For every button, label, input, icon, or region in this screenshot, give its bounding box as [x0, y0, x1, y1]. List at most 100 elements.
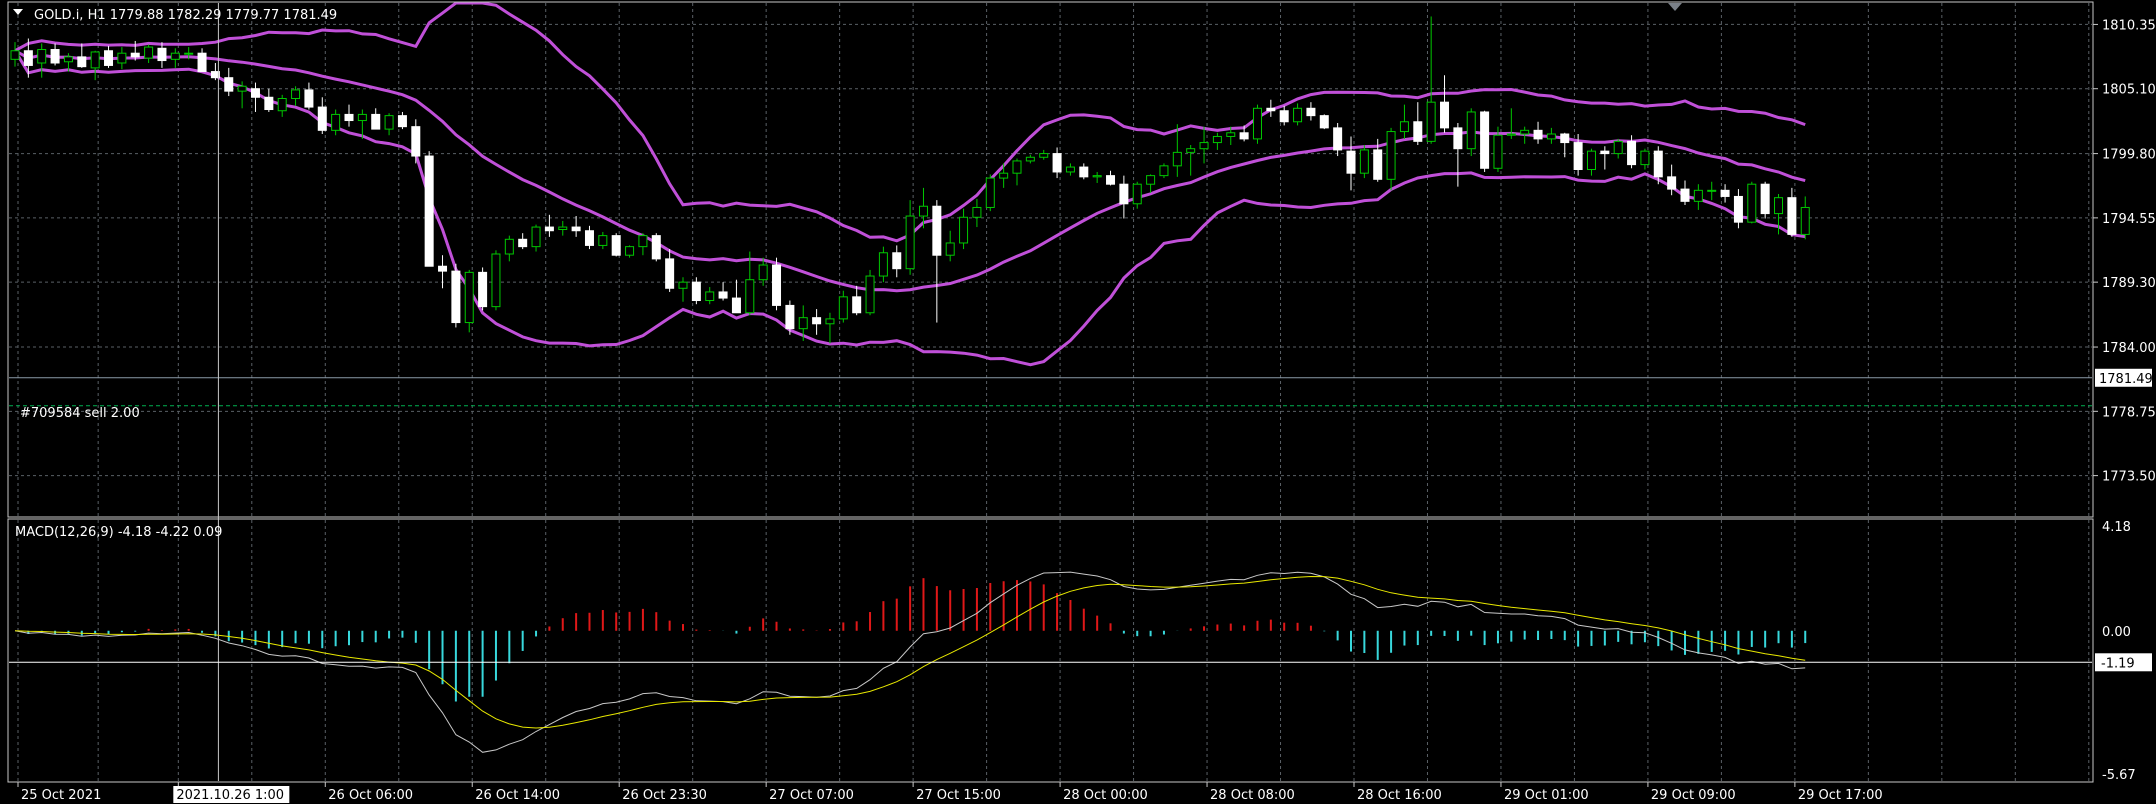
- candle-body[interactable]: [611, 235, 621, 256]
- candle-body[interactable]: [1787, 197, 1797, 235]
- candle-body[interactable]: [1586, 150, 1596, 171]
- candle-body[interactable]: [1693, 189, 1703, 202]
- candle-body[interactable]: [23, 50, 33, 66]
- candle-body[interactable]: [1186, 148, 1196, 153]
- candle-body[interactable]: [945, 242, 955, 256]
- candle-body[interactable]: [478, 271, 488, 308]
- candle-body[interactable]: [1226, 132, 1236, 137]
- candle-body[interactable]: [1359, 149, 1369, 174]
- candle-body[interactable]: [518, 238, 528, 248]
- candle-body[interactable]: [291, 89, 301, 99]
- candle-body[interactable]: [1413, 121, 1423, 142]
- candle-body[interactable]: [1106, 175, 1116, 185]
- candle-body[interactable]: [665, 258, 675, 289]
- candle-body[interactable]: [451, 270, 461, 324]
- candle-body[interactable]: [651, 235, 661, 260]
- candle-body[interactable]: [691, 281, 701, 302]
- candle-body[interactable]: [531, 226, 541, 248]
- candle-body[interactable]: [1720, 189, 1730, 197]
- candle-body[interactable]: [825, 318, 835, 325]
- candle-body[interactable]: [731, 297, 741, 314]
- candle-body[interactable]: [357, 113, 367, 122]
- candle-body[interactable]: [371, 113, 381, 130]
- candle-body[interactable]: [1760, 183, 1770, 215]
- candle-body[interactable]: [1346, 150, 1356, 174]
- candle-body[interactable]: [50, 49, 60, 64]
- candle-body[interactable]: [638, 235, 648, 248]
- candle-body[interactable]: [1239, 132, 1249, 140]
- candle-body[interactable]: [1065, 166, 1075, 173]
- candle-body[interactable]: [1319, 115, 1329, 129]
- candle-body[interactable]: [1386, 131, 1396, 180]
- candle-body[interactable]: [985, 177, 995, 208]
- candle-body[interactable]: [1573, 142, 1583, 171]
- candle-body[interactable]: [1333, 127, 1343, 151]
- candle-body[interactable]: [1212, 135, 1222, 144]
- candle-body[interactable]: [1640, 150, 1650, 166]
- candle-body[interactable]: [384, 115, 394, 130]
- candle-body[interactable]: [1453, 127, 1463, 150]
- candle-body[interactable]: [838, 296, 848, 320]
- candle-body[interactable]: [63, 56, 73, 63]
- candle-body[interactable]: [184, 52, 194, 55]
- candle-body[interactable]: [1279, 110, 1289, 123]
- candle-body[interactable]: [584, 230, 594, 246]
- candle-body[interactable]: [464, 271, 474, 324]
- candle-body[interactable]: [331, 113, 341, 131]
- candle-body[interactable]: [117, 52, 127, 64]
- candle-body[interactable]: [1667, 176, 1677, 190]
- candle-body[interactable]: [344, 113, 354, 122]
- candle-body[interactable]: [1747, 183, 1757, 223]
- candle-body[interactable]: [625, 246, 635, 256]
- candle-body[interactable]: [1506, 133, 1516, 136]
- candle-body[interactable]: [1306, 107, 1316, 117]
- candle-body[interactable]: [558, 226, 568, 231]
- candle-body[interactable]: [678, 281, 688, 289]
- candle-body[interactable]: [878, 252, 888, 277]
- candle-body[interactable]: [972, 206, 982, 218]
- candle-body[interactable]: [224, 77, 234, 92]
- candle-body[interactable]: [1520, 129, 1530, 135]
- candle-body[interactable]: [1613, 140, 1623, 155]
- candle-body[interactable]: [1466, 111, 1476, 150]
- candle-body[interactable]: [1293, 107, 1303, 123]
- candle-body[interactable]: [1373, 149, 1383, 180]
- candle-body[interactable]: [277, 97, 287, 112]
- candle-body[interactable]: [1440, 101, 1450, 129]
- candle-body[interactable]: [1627, 140, 1637, 166]
- candle-body[interactable]: [504, 238, 514, 255]
- candle-body[interactable]: [157, 47, 167, 62]
- candle-body[interactable]: [1480, 111, 1490, 169]
- candle-body[interactable]: [170, 52, 180, 60]
- candle-body[interactable]: [144, 46, 154, 59]
- candle-body[interactable]: [812, 317, 822, 325]
- candle-body[interactable]: [1012, 160, 1022, 174]
- candle-body[interactable]: [758, 264, 768, 281]
- candle-body[interactable]: [1132, 183, 1142, 205]
- candle-body[interactable]: [1025, 156, 1035, 162]
- candle-body[interactable]: [1039, 153, 1049, 158]
- order-label[interactable]: #709584 sell 2.00: [20, 406, 140, 421]
- candle-body[interactable]: [852, 296, 862, 314]
- candle-body[interactable]: [1774, 197, 1784, 215]
- candle-body[interactable]: [1493, 134, 1503, 169]
- candle-body[interactable]: [598, 235, 608, 246]
- candle-body[interactable]: [1680, 188, 1690, 202]
- candle-body[interactable]: [1266, 107, 1276, 112]
- candle-body[interactable]: [411, 126, 421, 157]
- candle-body[interactable]: [772, 264, 782, 306]
- candle-body[interactable]: [892, 252, 902, 270]
- candle-body[interactable]: [264, 96, 274, 111]
- candle-body[interactable]: [1546, 133, 1556, 140]
- candle-body[interactable]: [1600, 150, 1610, 155]
- candle-body[interactable]: [1426, 101, 1436, 142]
- candle-body[interactable]: [104, 50, 114, 66]
- candle-body[interactable]: [932, 205, 942, 256]
- candle-body[interactable]: [571, 226, 581, 232]
- candle-body[interactable]: [1707, 189, 1717, 192]
- candle-body[interactable]: [1092, 175, 1102, 178]
- candle-body[interactable]: [1146, 175, 1156, 185]
- candle-body[interactable]: [1119, 183, 1129, 205]
- candle-body[interactable]: [250, 88, 260, 98]
- candle-body[interactable]: [237, 85, 247, 92]
